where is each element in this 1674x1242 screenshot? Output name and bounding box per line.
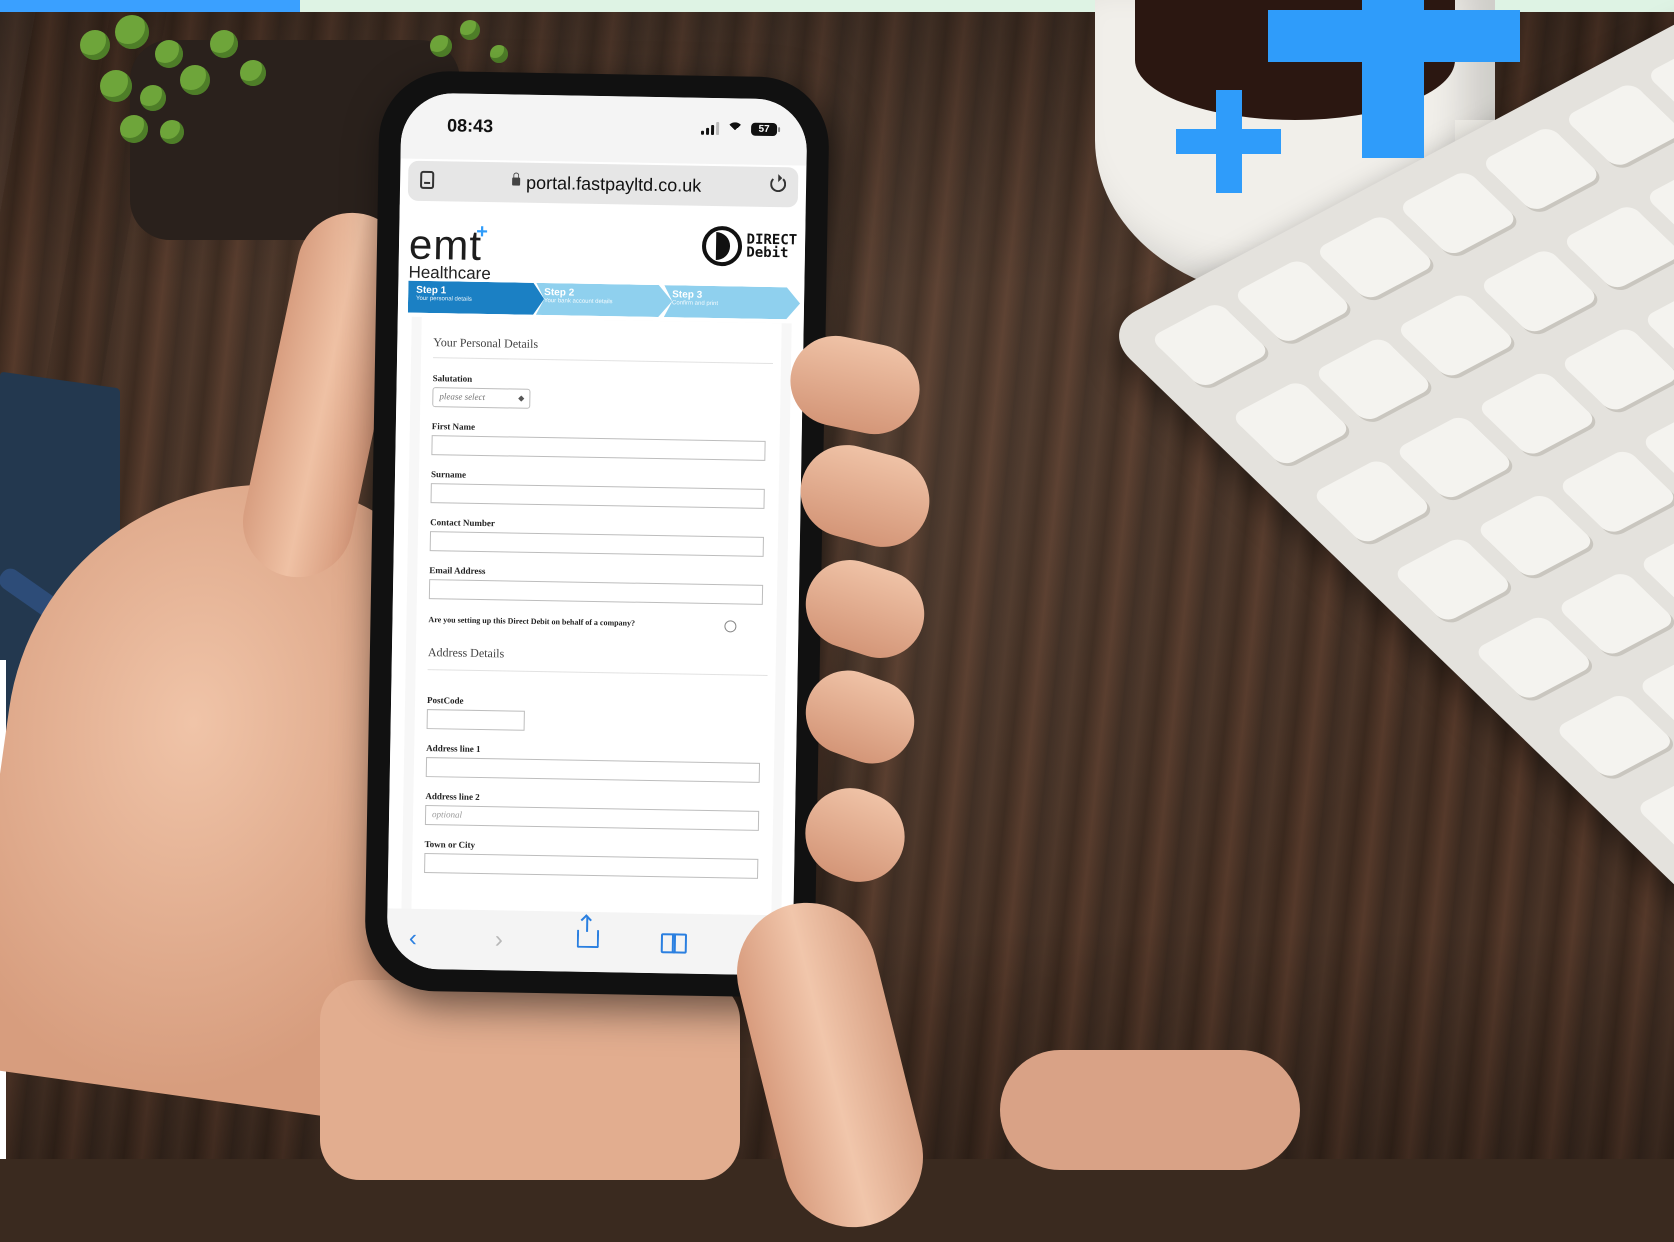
address-line-1-label: Address line 1: [426, 743, 481, 755]
email-field[interactable]: [428, 579, 764, 605]
salutation-select[interactable]: please select ◆: [432, 387, 531, 409]
status-time: 08:43: [446, 115, 494, 137]
first-name-label: First Name: [431, 421, 476, 432]
reload-icon[interactable]: [769, 175, 787, 193]
town-label: Town or City: [424, 839, 476, 850]
web-page: emt+ Healthcare DIRECT Debit Step 1 Your p…: [387, 204, 806, 924]
plus-decoration-small-bar: [1176, 129, 1281, 154]
url-text[interactable]: portal.fastpayltd.co.uk: [526, 173, 701, 197]
town-field[interactable]: [424, 853, 759, 879]
first-name-field[interactable]: [431, 435, 766, 461]
bookmarks-icon[interactable]: [661, 933, 687, 951]
surname-label: Surname: [430, 469, 467, 480]
smartphone: 08:43 57 portal.fastpayltd.co.uk emt+ He…: [364, 70, 830, 998]
form-area: Your Personal Details Salutation please …: [401, 316, 792, 924]
status-icons: 57: [700, 122, 778, 137]
postcode-field[interactable]: [426, 709, 525, 731]
email-label: Email Address: [429, 565, 486, 577]
back-button[interactable]: ‹: [409, 925, 417, 953]
address-line-1-field[interactable]: [425, 757, 761, 783]
contact-number-label: Contact Number: [430, 517, 496, 529]
direct-debit-mark-icon: [702, 225, 743, 267]
direct-debit-logo: DIRECT Debit: [702, 225, 797, 268]
surname-field[interactable]: [430, 483, 765, 509]
browser-toolbar: ‹ ›: [386, 908, 794, 976]
company-checkbox[interactable]: [724, 620, 737, 633]
phone-screen: 08:43 57 portal.fastpayltd.co.uk emt+ He…: [386, 92, 808, 976]
address-line-2-field[interactable]: optional: [424, 805, 760, 831]
personal-details-form: Your Personal Details Salutation please …: [411, 316, 782, 924]
salutation-label: Salutation: [432, 373, 473, 384]
status-bar: 08:43 57: [400, 92, 808, 166]
postcode-label: PostCode: [426, 695, 464, 706]
logo-plus-icon: +: [476, 220, 490, 244]
second-hand: [1000, 1050, 1300, 1170]
step-1[interactable]: Step 1 Your personal details: [408, 281, 545, 315]
battery-icon: 57: [750, 122, 778, 137]
reader-icon[interactable]: [419, 170, 435, 190]
signal-icon: [700, 122, 720, 136]
divider: [427, 669, 768, 676]
company-question: Are you setting up this Direct Debit on …: [428, 615, 636, 628]
step-progress: Step 1 Your personal details Step 2 Your b…: [408, 281, 792, 320]
select-arrow-icon: ◆: [518, 393, 525, 403]
step-3[interactable]: Step 3 Confirm and print: [664, 285, 801, 319]
brand-logo: emt+ Healthcare: [408, 211, 491, 284]
address-bar[interactable]: portal.fastpayltd.co.uk: [407, 160, 799, 208]
wifi-icon: [727, 122, 743, 135]
section-title-personal: Your Personal Details: [433, 335, 539, 351]
share-icon[interactable]: [576, 929, 600, 949]
divider: [433, 357, 774, 365]
wrist: [320, 980, 740, 1180]
step-2[interactable]: Step 2 Your bank account details: [536, 283, 673, 317]
dd-line2: Debit: [746, 244, 789, 262]
lock-icon: [512, 177, 521, 186]
address-line-2-label: Address line 2: [425, 791, 480, 802]
emt-logo: emt+: [408, 220, 490, 269]
plus-decoration-large-bar: [1268, 10, 1520, 62]
section-title-address: Address Details: [427, 645, 505, 661]
contact-number-field[interactable]: [429, 531, 764, 557]
forward-button[interactable]: ›: [495, 926, 503, 954]
